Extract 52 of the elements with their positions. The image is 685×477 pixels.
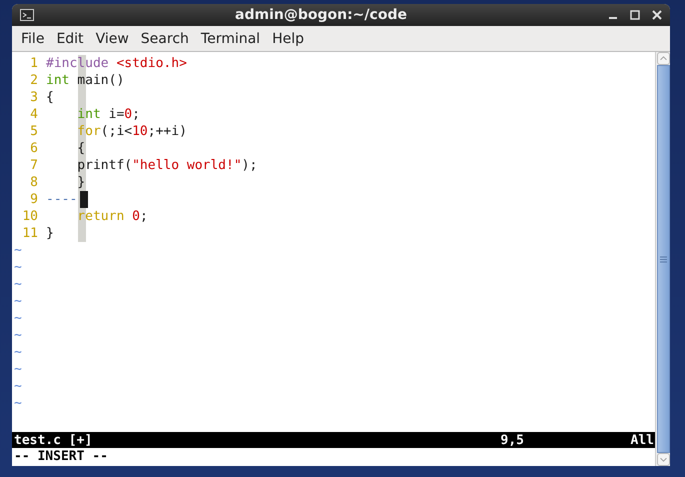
code-line: #include <stdio.h>	[46, 55, 187, 72]
line-number: 11	[21, 225, 39, 242]
line-number: 4	[29, 106, 39, 123]
empty-line-marker: ~	[14, 242, 22, 259]
empty-line-marker: ~	[14, 276, 22, 293]
cursor-position: 9,5	[500, 432, 525, 448]
scroll-down-icon[interactable]	[656, 453, 670, 466]
scrollbar[interactable]	[655, 52, 670, 466]
code-line: int main()	[46, 72, 124, 89]
code-line: }	[46, 225, 54, 242]
empty-line-marker: ~	[14, 378, 22, 395]
scroll-up-icon[interactable]	[656, 52, 670, 65]
code-line: ----	[46, 191, 78, 208]
scroll-thumb[interactable]	[656, 65, 670, 453]
line-number: 9	[29, 191, 39, 208]
code-line: return 0;	[76, 208, 148, 225]
empty-line-marker: ~	[14, 327, 22, 344]
code-line: {	[76, 140, 86, 157]
menu-item[interactable]: Search	[134, 30, 195, 46]
close-icon[interactable]	[652, 10, 662, 20]
line-number: 7	[29, 157, 39, 174]
line-number: 8	[29, 174, 39, 191]
line-number: 1	[29, 55, 39, 72]
menu-item[interactable]: Terminal	[194, 30, 266, 46]
code-line: for(;i<10;++i)	[76, 123, 187, 140]
scroll-position: All	[630, 432, 655, 448]
empty-line-marker: ~	[14, 293, 22, 310]
code-line: int i=0;	[76, 106, 140, 123]
line-number: 5	[29, 123, 39, 140]
empty-line-marker: ~	[14, 259, 22, 276]
line-number: 10	[21, 208, 39, 225]
text-cursor	[80, 191, 88, 208]
line-number: 2	[29, 72, 39, 89]
terminal-icon	[20, 9, 34, 21]
empty-line-marker: ~	[14, 310, 22, 327]
file-name: test.c [+]	[14, 432, 94, 448]
menu-item[interactable]: File	[15, 30, 50, 46]
menu-item[interactable]: Help	[266, 30, 310, 46]
mode-indicator: -- INSERT --	[14, 449, 108, 464]
menu-item[interactable]: Edit	[50, 30, 90, 46]
code-line: }	[76, 174, 86, 191]
code-line: {	[46, 89, 54, 106]
empty-line-marker: ~	[14, 361, 22, 378]
menu-item[interactable]: View	[90, 30, 135, 46]
code-line: printf("hello world!");	[76, 157, 258, 174]
line-number: 3	[29, 89, 39, 106]
empty-line-marker: ~	[14, 395, 22, 412]
line-number: 6	[29, 140, 39, 157]
empty-line-marker: ~	[14, 344, 22, 361]
grip-icon	[660, 256, 666, 262]
window-title: admin@bogon:~/code	[234, 7, 408, 23]
maximize-icon[interactable]	[630, 10, 640, 20]
